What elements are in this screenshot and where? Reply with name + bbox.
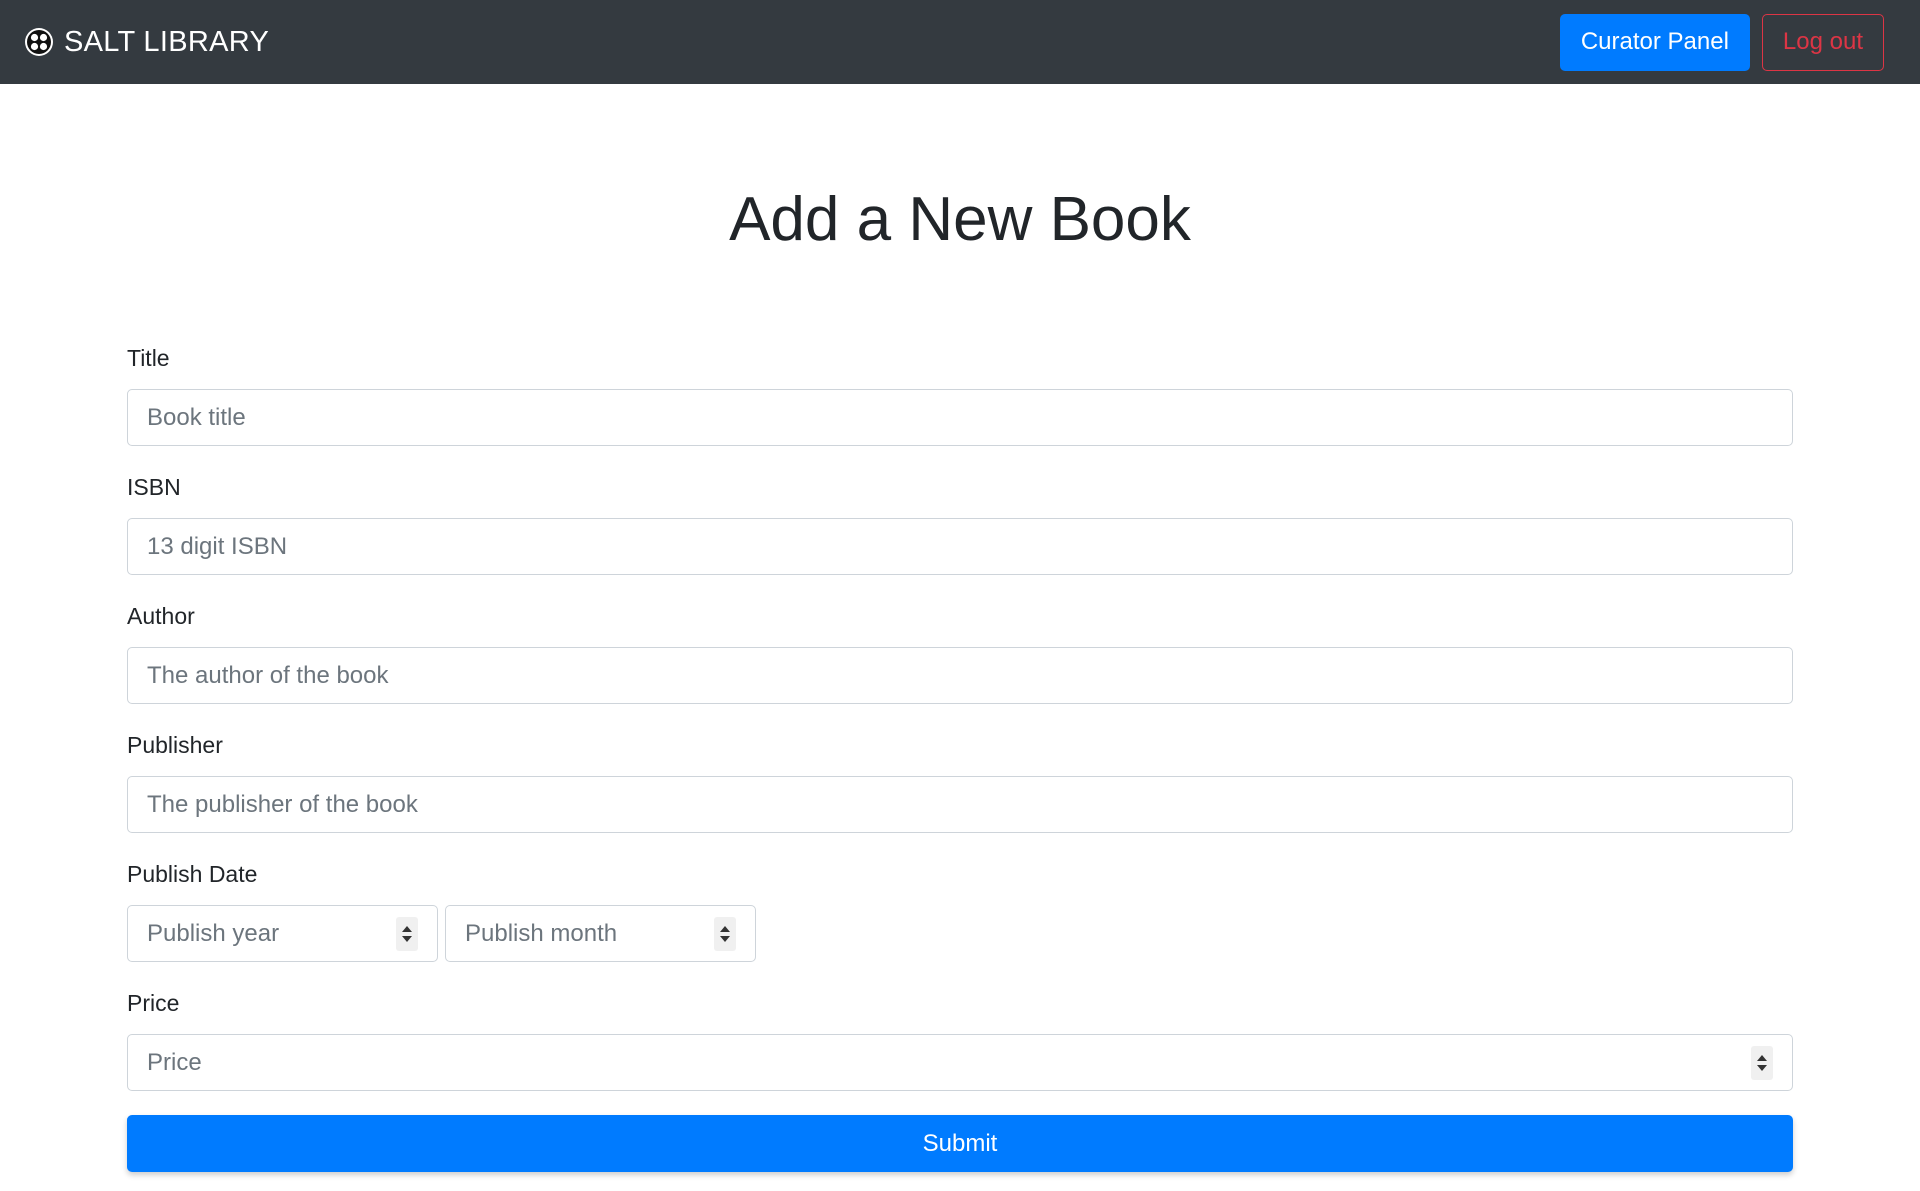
title-group: Title Book title xyxy=(127,345,1793,446)
publish-year-input[interactable]: Publish year xyxy=(127,905,438,962)
month-spinner-icon[interactable] xyxy=(714,916,736,951)
price-group: Price Price xyxy=(127,990,1793,1091)
publisher-input[interactable]: The publisher of the book xyxy=(127,776,1793,833)
brand[interactable]: SALT LIBRARY xyxy=(24,26,269,59)
logout-button[interactable]: Log out xyxy=(1761,13,1884,71)
main-content: Add a New Book Title Book title ISBN 13 … xyxy=(127,84,1793,1172)
nav-actions: Curator Panel Log out xyxy=(1559,13,1884,71)
publish-date-row: Publish year Publish month xyxy=(127,905,1793,962)
author-label: Author xyxy=(127,603,195,629)
author-group: Author The author of the book xyxy=(127,603,1793,704)
title-placeholder: Book title xyxy=(147,403,246,431)
salt-logo-icon xyxy=(25,28,53,56)
publish-month-placeholder: Publish month xyxy=(465,919,618,947)
price-placeholder: Price xyxy=(147,1048,202,1076)
isbn-input[interactable]: 13 digit ISBN xyxy=(127,518,1793,575)
submit-button[interactable]: Submit xyxy=(127,1115,1793,1172)
spinner-down-icon[interactable] xyxy=(720,935,730,942)
isbn-group: ISBN 13 digit ISBN xyxy=(127,474,1793,575)
spinner-up-icon[interactable] xyxy=(402,925,412,932)
isbn-placeholder: 13 digit ISBN xyxy=(147,532,288,560)
price-input[interactable]: Price xyxy=(127,1034,1793,1091)
price-spinner-icon[interactable] xyxy=(1751,1045,1773,1080)
publish-date-group: Publish Date Publish year Publish month xyxy=(127,861,1793,962)
spinner-up-icon[interactable] xyxy=(720,925,730,932)
isbn-label: ISBN xyxy=(127,474,181,500)
brand-text: SALT LIBRARY xyxy=(64,25,270,58)
publisher-group: Publisher The publisher of the book xyxy=(127,732,1793,833)
top-navbar: SALT LIBRARY Curator Panel Log out xyxy=(0,0,1920,84)
title-label: Title xyxy=(127,345,170,371)
publish-year-placeholder: Publish year xyxy=(147,919,280,947)
author-input[interactable]: The author of the book xyxy=(127,647,1793,704)
page-title: Add a New Book xyxy=(729,185,1191,254)
spinner-up-icon[interactable] xyxy=(1757,1054,1767,1061)
curator-panel-button[interactable]: Curator Panel xyxy=(1559,13,1750,71)
publisher-placeholder: The publisher of the book xyxy=(147,790,418,818)
publish-date-label: Publish Date xyxy=(127,861,258,887)
price-label: Price xyxy=(127,990,180,1016)
year-spinner-icon[interactable] xyxy=(396,916,418,951)
spinner-down-icon[interactable] xyxy=(1757,1064,1767,1071)
publisher-label: Publisher xyxy=(127,732,223,758)
spinner-down-icon[interactable] xyxy=(402,935,412,942)
title-input[interactable]: Book title xyxy=(127,389,1793,446)
publish-month-input[interactable]: Publish month xyxy=(445,905,756,962)
author-placeholder: The author of the book xyxy=(147,661,389,689)
